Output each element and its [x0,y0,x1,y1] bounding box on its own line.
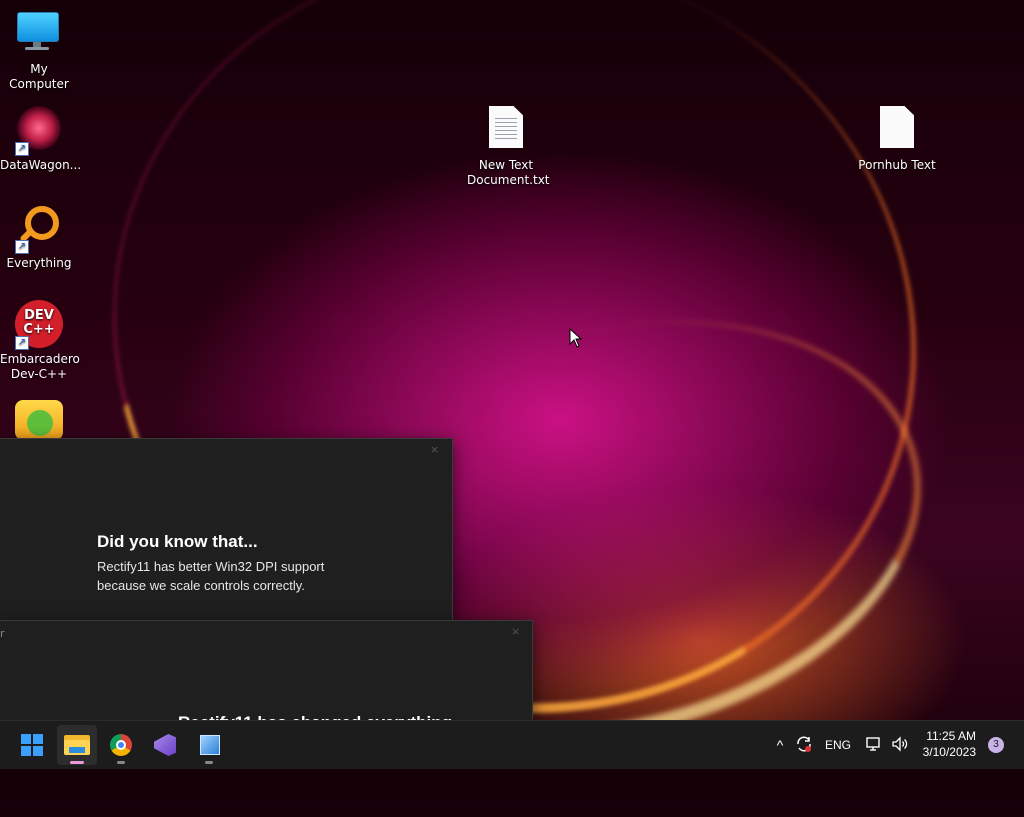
text-document-icon [482,106,530,154]
monitor-icon [15,10,63,58]
blank-document-icon [873,106,921,154]
running-indicator [70,761,84,764]
search-magnifier-icon: ↗ [15,204,63,254]
taskbar-start-button[interactable] [12,725,52,765]
show-hidden-icons-chevron[interactable]: ^ [772,735,788,755]
clock[interactable]: 11:25 AM 3/10/2023 [916,728,976,760]
desktop-icon-label: DataWagon... [0,158,82,172]
desktop-icon-label: New Text Document.txt [467,158,550,187]
shortcut-arrow-icon: ↗ [15,240,29,254]
desktop-icon-label: Embarcadero Dev-C++ [0,352,80,381]
taskbar: ^ ENG 11:25 AM 3/10/2023 3 [0,720,1024,769]
desktop-icon-new-text-document[interactable]: New Text Document.txt [467,106,550,188]
app-window-icon [200,735,220,755]
shortcut-arrow-icon: ↗ [15,336,29,350]
desktop-icon-label: Pornhub Text [858,158,936,172]
shortcut-arrow-icon: ↗ [15,142,29,156]
tip-popup[interactable]: × Did you know that... Rectify11 has bet… [0,438,453,622]
chrome-icon [110,734,132,756]
clock-time: 11:25 AM [926,729,976,743]
running-indicator [205,761,213,764]
popup-edge-char: r [0,627,5,640]
taskbar-visual-studio-button[interactable] [145,725,185,765]
taskbar-chrome-button[interactable] [101,725,141,765]
mouse-cursor-icon [569,328,583,348]
devcpp-icon: DEV C++ ↗ [15,300,63,350]
visual-studio-icon [154,734,176,756]
tip-popup-secondary[interactable]: r × Rectify11 has changed everything [0,620,533,722]
desktop-icon-everything[interactable]: ↗ Everything [0,204,78,271]
desktop-icon-datawagon[interactable]: ↗ DataWagon... [0,106,82,173]
popup-body: Rectify11 has better Win32 DPI support b… [97,559,325,593]
notification-badge[interactable]: 3 [988,737,1004,753]
taskbar-file-explorer-button[interactable] [57,725,97,765]
network-icon[interactable] [864,735,884,755]
language-indicator[interactable]: ENG [822,735,854,755]
desktop-icon-my-computer[interactable]: My Computer [0,10,78,92]
popup-close-button[interactable]: × [511,625,520,638]
desktop-icon-label: My Computer [9,62,69,91]
desktop-icon-devcpp[interactable]: DEV C++ ↗ Embarcadero Dev-C++ [0,300,80,382]
running-indicator [117,761,125,764]
desktop-icon-label: Everything [6,256,72,270]
volume-icon[interactable] [890,735,910,755]
sync-icon[interactable] [794,735,814,755]
clock-date: 3/10/2023 [922,745,976,759]
popup-heading: Did you know that... [97,532,258,551]
desktop-icon-text-file[interactable]: Pornhub Text [858,106,936,173]
datawagon-icon: ↗ [15,106,63,156]
windows-start-icon [21,734,43,756]
system-tray: ^ ENG 11:25 AM 3/10/2023 3 [760,721,1024,769]
taskbar-rectify-button[interactable] [189,725,229,765]
popup-close-button[interactable]: × [430,443,439,456]
